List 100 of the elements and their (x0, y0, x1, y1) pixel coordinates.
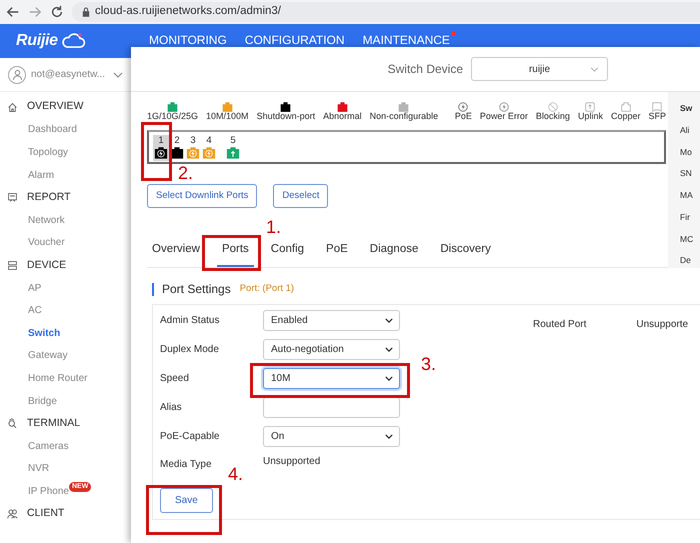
sidebar-item[interactable]: Switch (28, 326, 60, 341)
tab[interactable]: PoE (321, 236, 353, 266)
info-label: De (680, 254, 692, 267)
tab[interactable]: Ports (216, 236, 254, 266)
annotation-number: 4. (228, 465, 244, 483)
port-icon (202, 146, 216, 160)
reload-icon[interactable] (50, 5, 64, 19)
field-label: Alias (160, 402, 182, 412)
address-bar[interactable]: cloud-as.ruijienetworks.com/admin3/ (72, 2, 700, 22)
sidebar-section[interactable]: CLIENT (27, 506, 64, 522)
sidebar-item[interactable]: NVR (28, 461, 50, 476)
port-outline-icon (620, 102, 631, 112)
chevron-down-icon (590, 66, 599, 72)
save-button[interactable]: Save (160, 488, 213, 512)
port-icon (226, 146, 240, 160)
select-field[interactable]: On (263, 426, 400, 446)
legend-label: PoE (454, 112, 472, 122)
annotation-box (141, 122, 172, 181)
annotation-number: 3. (421, 355, 436, 373)
sidebar-section[interactable]: OVERVIEW (27, 99, 84, 116)
field-label: Switch Device (388, 61, 463, 78)
port-icon (186, 146, 200, 160)
legend-label: SFP (648, 112, 666, 122)
sidebar-item[interactable]: Bridge (28, 394, 57, 409)
field-label: Routed Port (533, 318, 586, 332)
bolt-icon (458, 102, 468, 112)
field-label: Media Type (160, 458, 212, 470)
sidebar-section[interactable]: TERMINAL (27, 416, 80, 432)
server-icon (7, 260, 18, 271)
home-icon (7, 102, 18, 113)
sidebar-item[interactable]: Cameras (28, 438, 69, 454)
legend-label: 10M/100M (206, 112, 249, 122)
sidebar-item[interactable]: AP (28, 280, 42, 296)
field-label: Admin Status (160, 314, 220, 326)
sidebar-section[interactable]: DEVICE (27, 258, 66, 274)
sidebar-item[interactable]: IP Phone (28, 484, 69, 499)
uplink-icon (585, 102, 596, 112)
info-label: MA (680, 189, 694, 202)
nav-link[interactable]: MAINTENANCE (354, 34, 459, 46)
sidebar-item[interactable]: AC (28, 303, 42, 318)
sidebar-item[interactable]: Dashboard (28, 122, 77, 138)
people-icon (7, 508, 18, 520)
sidebar-item[interactable]: Network (28, 212, 65, 228)
legend-label: Shutdown-port (256, 112, 316, 122)
bolt-icon (498, 102, 509, 112)
field-label: Duplex Mode (160, 344, 219, 354)
nav-link[interactable]: MONITORING (140, 34, 236, 46)
lock-icon (82, 7, 90, 17)
sidebar-item[interactable]: Home Router (28, 370, 88, 386)
device-select[interactable]: ruijie (471, 57, 608, 81)
chevron-down-icon[interactable] (113, 72, 123, 78)
port[interactable]: 3 (185, 135, 201, 162)
sidebar-item[interactable]: Gateway (28, 348, 68, 364)
info-label: Sw (680, 102, 694, 115)
tab[interactable]: Discovery (435, 236, 496, 266)
section-title: Port Settings (162, 281, 231, 298)
url-text: cloud-as.ruijienetworks.com/admin3/ (95, 4, 281, 20)
cloud-icon (60, 32, 87, 50)
monitor-icon (7, 192, 18, 204)
tab[interactable]: Overview (147, 236, 205, 266)
tab[interactable]: Config (266, 236, 310, 266)
sfp-icon (652, 102, 662, 112)
port-label: Port: (Port 1) (240, 282, 294, 296)
camera-icon (7, 418, 18, 430)
select-field[interactable]: Auto-negotiation (263, 338, 400, 360)
sidebar-section[interactable]: REPORT (27, 190, 71, 206)
field-label: PoE-Capable (160, 430, 220, 442)
chevron-down-icon (385, 346, 393, 352)
account-name[interactable]: not@easynetw... (31, 67, 108, 82)
blocked-icon (548, 102, 558, 112)
legend-label: Non-configurable (370, 112, 438, 122)
legend-label: Blocking (536, 112, 570, 122)
info-label: SN (680, 167, 693, 180)
sidebar-item[interactable]: Topology (28, 144, 68, 160)
port[interactable]: 4 (201, 135, 217, 162)
annotation-number: 1. (266, 218, 282, 236)
action-button[interactable]: Select Downlink Ports (147, 184, 258, 208)
field-value: Unsupported (263, 454, 320, 468)
select-field[interactable]: 10M (263, 368, 400, 388)
annotation-number: 2. (178, 164, 194, 182)
port[interactable]: 2 (169, 135, 185, 162)
sidebar-item[interactable]: Voucher (28, 235, 65, 250)
tab[interactable]: Diagnose (364, 236, 424, 266)
info-label: Mo (680, 146, 693, 158)
info-label: MC (680, 232, 694, 246)
nav-link[interactable]: CONFIGURATION (236, 34, 354, 46)
legend-label: 1G/10G/25G (147, 112, 198, 122)
info-label: Ali (680, 124, 690, 136)
annotation-box (202, 235, 261, 271)
chevron-down-icon (385, 434, 393, 438)
select-field[interactable]: Enabled (263, 310, 400, 330)
port[interactable]: 5 (225, 135, 241, 162)
info-label: Fir (680, 210, 691, 224)
avatar-icon (8, 66, 26, 84)
back-icon[interactable] (6, 5, 20, 19)
legend-label: Power Error (480, 112, 528, 122)
input-field[interactable] (263, 396, 400, 418)
sidebar-item[interactable]: Alarm (28, 168, 54, 183)
port[interactable]: 1 (153, 135, 169, 162)
action-button[interactable]: Deselect (273, 184, 328, 208)
